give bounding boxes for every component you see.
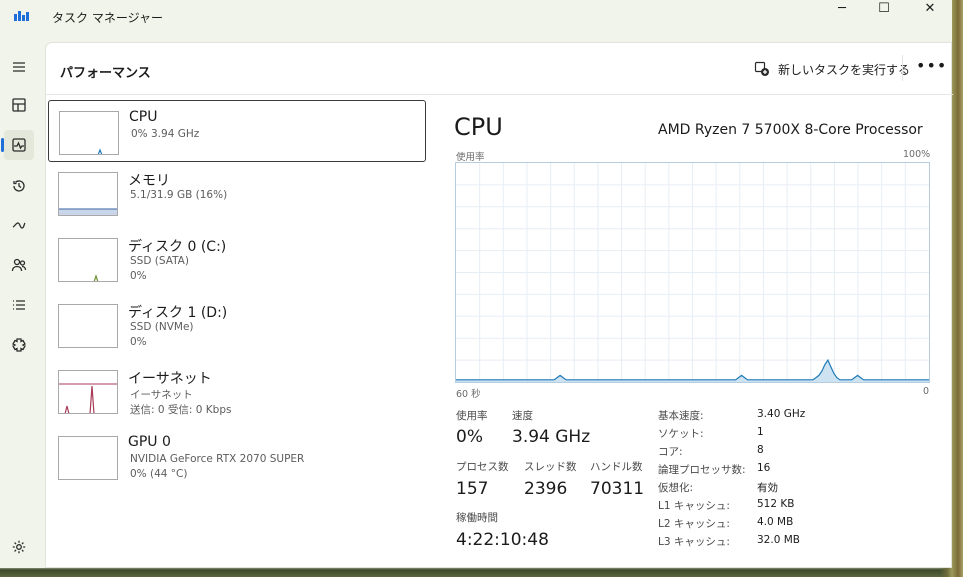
header-divider (902, 55, 903, 81)
device-detail-line: 0% (44 °C) (130, 468, 188, 480)
device-detail-line: 5.1/31.9 GB (16%) (130, 189, 228, 201)
spec-value: 512 KB (757, 498, 795, 510)
device-detail-line: イーサネット (130, 389, 193, 401)
device-name: ディスク 1 (D:) (128, 305, 228, 321)
usage-label: 使用率 (456, 410, 488, 422)
handles-label: ハンドル数 (590, 461, 643, 473)
spec-value: 32.0 MB (757, 534, 800, 546)
device-detail-line: 0% (130, 270, 147, 282)
processes-label: プロセス数 (456, 461, 509, 473)
app-history-icon[interactable] (4, 171, 34, 201)
spec-value: 16 (757, 462, 771, 474)
device-thumbnail-graph (59, 111, 119, 155)
spec-label: L2 キャッシュ: (658, 518, 730, 530)
graph-label-max: 100% (903, 149, 931, 160)
usage-value: 0% (456, 427, 483, 447)
cpu-usage-graph (455, 162, 930, 383)
spec-label: 仮想化: (658, 482, 694, 494)
handles-value: 70311 (590, 479, 645, 499)
device-thumbnail-graph (58, 304, 118, 348)
details-icon[interactable] (4, 290, 34, 320)
threads-value: 2396 (524, 479, 568, 499)
device-name: GPU 0 (128, 434, 171, 450)
spec-label: L3 キャッシュ: (658, 536, 730, 548)
spec-label: コア: (658, 446, 683, 458)
more-options-button[interactable]: ••• (916, 55, 946, 81)
device-item[interactable]: ディスク 0 (C:) SSD (SATA) 0% (48, 228, 426, 290)
device-thumbnail-graph (58, 238, 118, 282)
device-thumbnail-graph (58, 172, 118, 216)
panel-header: パフォーマンス 新しいタスクを実行する ••• (46, 43, 953, 95)
graph-label-min: 0 (923, 386, 930, 397)
title-bar[interactable]: タスク マネージャー ─ ☐ ✕ (0, 0, 952, 36)
performance-icon[interactable] (1, 130, 34, 160)
device-detail-line: 送信: 0 受信: 0 Kbps (130, 404, 232, 416)
processor-model: AMD Ryzen 7 5700X 8-Core Processor (658, 122, 923, 138)
graph-gridlines (456, 163, 929, 382)
task-manager-app-icon (14, 9, 30, 21)
device-item[interactable]: ディスク 1 (D:) SSD (NVMe) 0% (48, 294, 426, 356)
run-task-icon (754, 61, 769, 76)
spec-value: 4.0 MB (757, 516, 794, 528)
device-item[interactable]: CPU 0% 3.94 GHz (48, 100, 426, 162)
cpu-usage-chart (456, 163, 929, 382)
services-icon[interactable] (4, 330, 34, 360)
spec-label: 論理プロセッサ数: (658, 464, 746, 476)
processes-value: 157 (456, 479, 489, 499)
device-detail-line: 0% (130, 336, 147, 348)
device-name: CPU (129, 109, 158, 125)
device-name: メモリ (128, 173, 170, 189)
graph-label-timespan: 60 秒 (456, 389, 481, 400)
spec-value: 8 (757, 444, 764, 456)
spec-label: ソケット: (658, 428, 704, 440)
task-manager-window: タスク マネージャー ─ ☐ ✕ パフォーマンス 新しいタスクを実行する •••… (0, 0, 953, 568)
speed-label: 速度 (512, 410, 533, 422)
device-item[interactable]: イーサネット イーサネット 送信: 0 受信: 0 Kbps (48, 360, 426, 422)
page-title: パフォーマンス (60, 66, 151, 81)
device-item[interactable]: GPU 0 NVIDIA GeForce RTX 2070 SUPER 0% (44… (48, 426, 426, 488)
navigation-rail (0, 40, 38, 568)
maximize-button[interactable]: ☐ (864, 0, 904, 16)
run-new-task-button[interactable]: 新しいタスクを実行する (754, 58, 910, 80)
window-title: タスク マネージャー (52, 11, 163, 25)
device-thumbnail-graph (58, 370, 118, 414)
device-thumbnail-graph (58, 436, 118, 480)
processes-icon[interactable] (4, 90, 34, 120)
speed-value: 3.94 GHz (512, 427, 591, 447)
minimize-button[interactable]: ─ (822, 0, 862, 16)
spec-label: 基本速度: (658, 410, 704, 422)
run-task-label: 新しいタスクを実行する (778, 62, 911, 77)
device-item[interactable]: メモリ 5.1/31.9 GB (16%) (48, 162, 426, 224)
startup-apps-icon[interactable] (4, 210, 34, 240)
detail-title: CPU (454, 113, 503, 141)
threads-label: スレッド数 (524, 461, 577, 473)
device-detail-line: NVIDIA GeForce RTX 2070 SUPER (130, 453, 305, 465)
hamburger-menu-icon[interactable] (4, 52, 34, 82)
device-name: イーサネット (128, 371, 212, 387)
uptime-value: 4:22:10:48 (456, 530, 549, 550)
graph-label-usage: 使用率 (456, 152, 485, 163)
spec-label: L1 キャッシュ: (658, 500, 730, 512)
device-detail-line: SSD (SATA) (130, 255, 189, 267)
settings-icon[interactable] (4, 532, 34, 562)
device-name: ディスク 0 (C:) (128, 239, 227, 255)
performance-panel: パフォーマンス 新しいタスクを実行する ••• CPU 0% 3.94 GHz メモ… (45, 42, 953, 568)
uptime-label: 稼働時間 (456, 512, 498, 524)
spec-value: 有効 (757, 482, 778, 494)
spec-value: 1 (757, 426, 764, 438)
device-detail-line: 0% 3.94 GHz (131, 128, 200, 140)
users-icon[interactable] (4, 250, 34, 280)
close-button[interactable]: ✕ (910, 0, 950, 16)
device-detail-line: SSD (NVMe) (130, 321, 194, 333)
spec-value: 3.40 GHz (757, 408, 806, 420)
